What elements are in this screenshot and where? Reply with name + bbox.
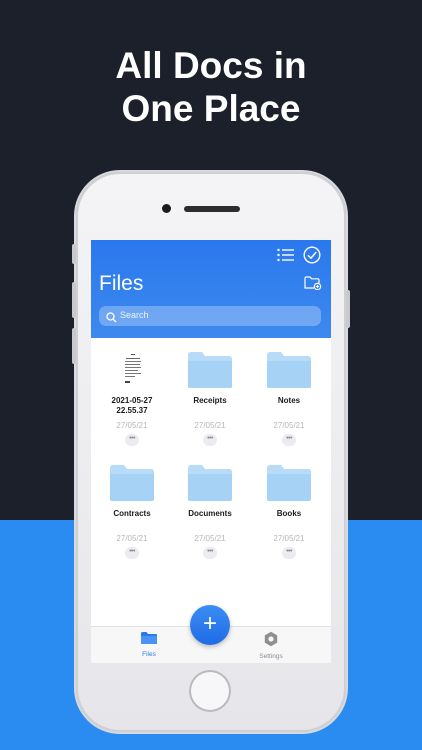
phone-speaker	[184, 206, 240, 212]
tab-files[interactable]: Files	[119, 631, 179, 658]
folder-icon	[266, 350, 312, 390]
folder-icon	[266, 463, 312, 503]
promo-headline-line1: All Docs in	[115, 45, 307, 86]
folder-date: 27/05/21	[116, 534, 148, 543]
more-options-button[interactable]: •••	[282, 434, 296, 446]
folder-date: 27/05/21	[194, 421, 226, 430]
folder-date: 27/05/21	[273, 421, 305, 430]
folder-item-documents[interactable]: Documents 27/05/21 •••	[171, 455, 249, 565]
app-screen: Files Search 2021-05-27 22.55.37 27/05/2…	[91, 240, 331, 663]
more-options-button[interactable]: •••	[282, 547, 296, 559]
phone-home-button	[189, 670, 231, 712]
search-bar[interactable]: Search	[99, 306, 321, 326]
folder-item-contracts[interactable]: Contracts 27/05/21 •••	[93, 455, 171, 565]
document-thumbnail-icon	[109, 350, 155, 390]
gear-icon	[263, 631, 279, 651]
search-input[interactable]: Search	[120, 310, 149, 320]
tab-settings-label: Settings	[259, 653, 283, 660]
folder-item-receipts[interactable]: Receipts 27/05/21 •••	[171, 342, 249, 452]
folder-name: Receipts	[193, 396, 227, 405]
folder-icon	[187, 350, 233, 390]
more-options-button[interactable]: •••	[203, 434, 217, 446]
folder-date: 27/05/21	[273, 534, 305, 543]
file-date: 27/05/21	[116, 421, 148, 430]
add-button[interactable]: +	[190, 605, 230, 645]
folder-icon	[140, 632, 158, 649]
folder-name: Contracts	[113, 509, 151, 518]
tab-settings[interactable]: Settings	[241, 631, 301, 660]
folder-name: Notes	[277, 396, 301, 405]
promo-headline: All Docs in One Place	[0, 44, 422, 130]
new-folder-icon[interactable]	[304, 276, 322, 295]
tab-files-label: Files	[142, 651, 156, 658]
folder-icon	[187, 463, 233, 503]
app-header: Files Search	[91, 240, 331, 338]
page-title: Files	[99, 272, 144, 295]
promo-headline-line2: One Place	[121, 88, 301, 129]
file-item-scan[interactable]: 2021-05-27 22.55.37 27/05/21 •••	[93, 342, 171, 452]
phone-camera	[162, 204, 171, 213]
file-name: 2021-05-27 22.55.37	[111, 396, 153, 415]
phone-mute-switch	[72, 244, 76, 264]
folder-item-notes[interactable]: Notes 27/05/21 •••	[250, 342, 328, 452]
folder-name: Documents	[188, 509, 232, 518]
more-options-button[interactable]: •••	[203, 547, 217, 559]
more-options-button[interactable]: •••	[125, 434, 139, 446]
folder-icon	[109, 463, 155, 503]
search-icon	[106, 310, 117, 328]
phone-frame: Files Search 2021-05-27 22.55.37 27/05/2…	[72, 172, 350, 732]
list-view-icon[interactable]	[277, 248, 295, 267]
select-check-icon[interactable]	[303, 246, 321, 269]
phone-power-button	[346, 290, 350, 328]
folder-name: Books	[276, 509, 302, 518]
phone-volume-up	[72, 282, 76, 318]
folder-date: 27/05/21	[194, 534, 226, 543]
phone-volume-down	[72, 328, 76, 364]
more-options-button[interactable]: •••	[125, 547, 139, 559]
folder-item-books[interactable]: Books 27/05/21 •••	[250, 455, 328, 565]
